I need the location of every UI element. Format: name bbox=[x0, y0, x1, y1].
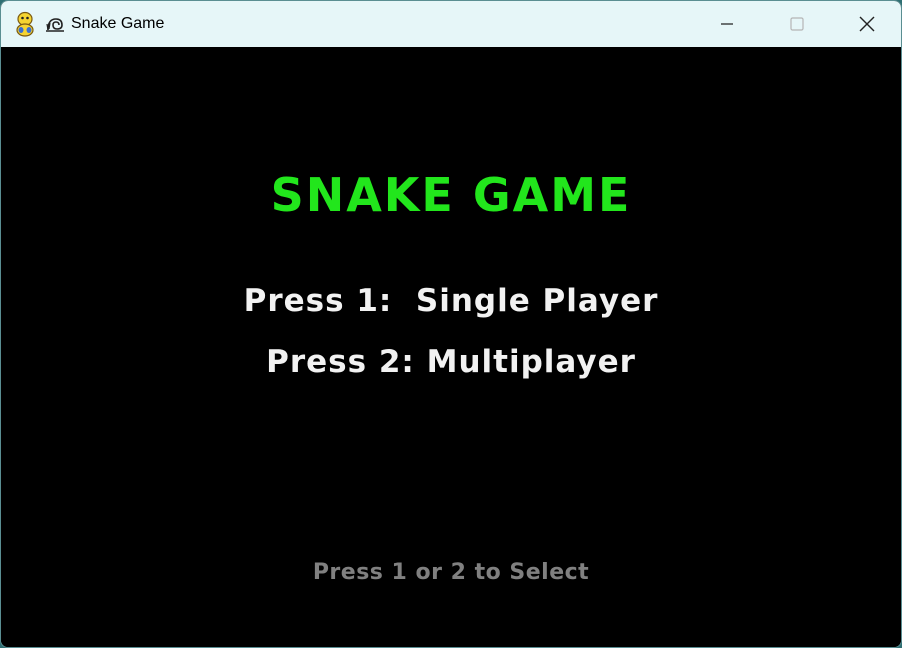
minimize-icon bbox=[721, 23, 733, 25]
single-player-option: Press 1: Single Player bbox=[243, 283, 659, 319]
close-button[interactable] bbox=[837, 1, 897, 47]
game-title: SNAKE GAME bbox=[270, 168, 632, 222]
maximize-button[interactable] bbox=[767, 1, 827, 47]
pygame-snake-icon bbox=[16, 11, 34, 37]
window-title: Snake Game bbox=[71, 15, 165, 32]
minimize-button[interactable] bbox=[697, 1, 757, 47]
game-canvas[interactable]: SNAKE GAME Press 1: Single Player Press … bbox=[1, 47, 901, 647]
multiplayer-option: Press 2: Multiplayer bbox=[266, 344, 636, 380]
game-window: Snake Game SNAKE GAME Press 1: Single Pl… bbox=[0, 0, 902, 648]
close-icon bbox=[859, 16, 875, 32]
snail-icon bbox=[46, 18, 64, 32]
title-bar[interactable]: Snake Game bbox=[1, 1, 901, 47]
maximize-icon bbox=[790, 17, 804, 31]
select-hint: Press 1 or 2 to Select bbox=[312, 560, 590, 585]
